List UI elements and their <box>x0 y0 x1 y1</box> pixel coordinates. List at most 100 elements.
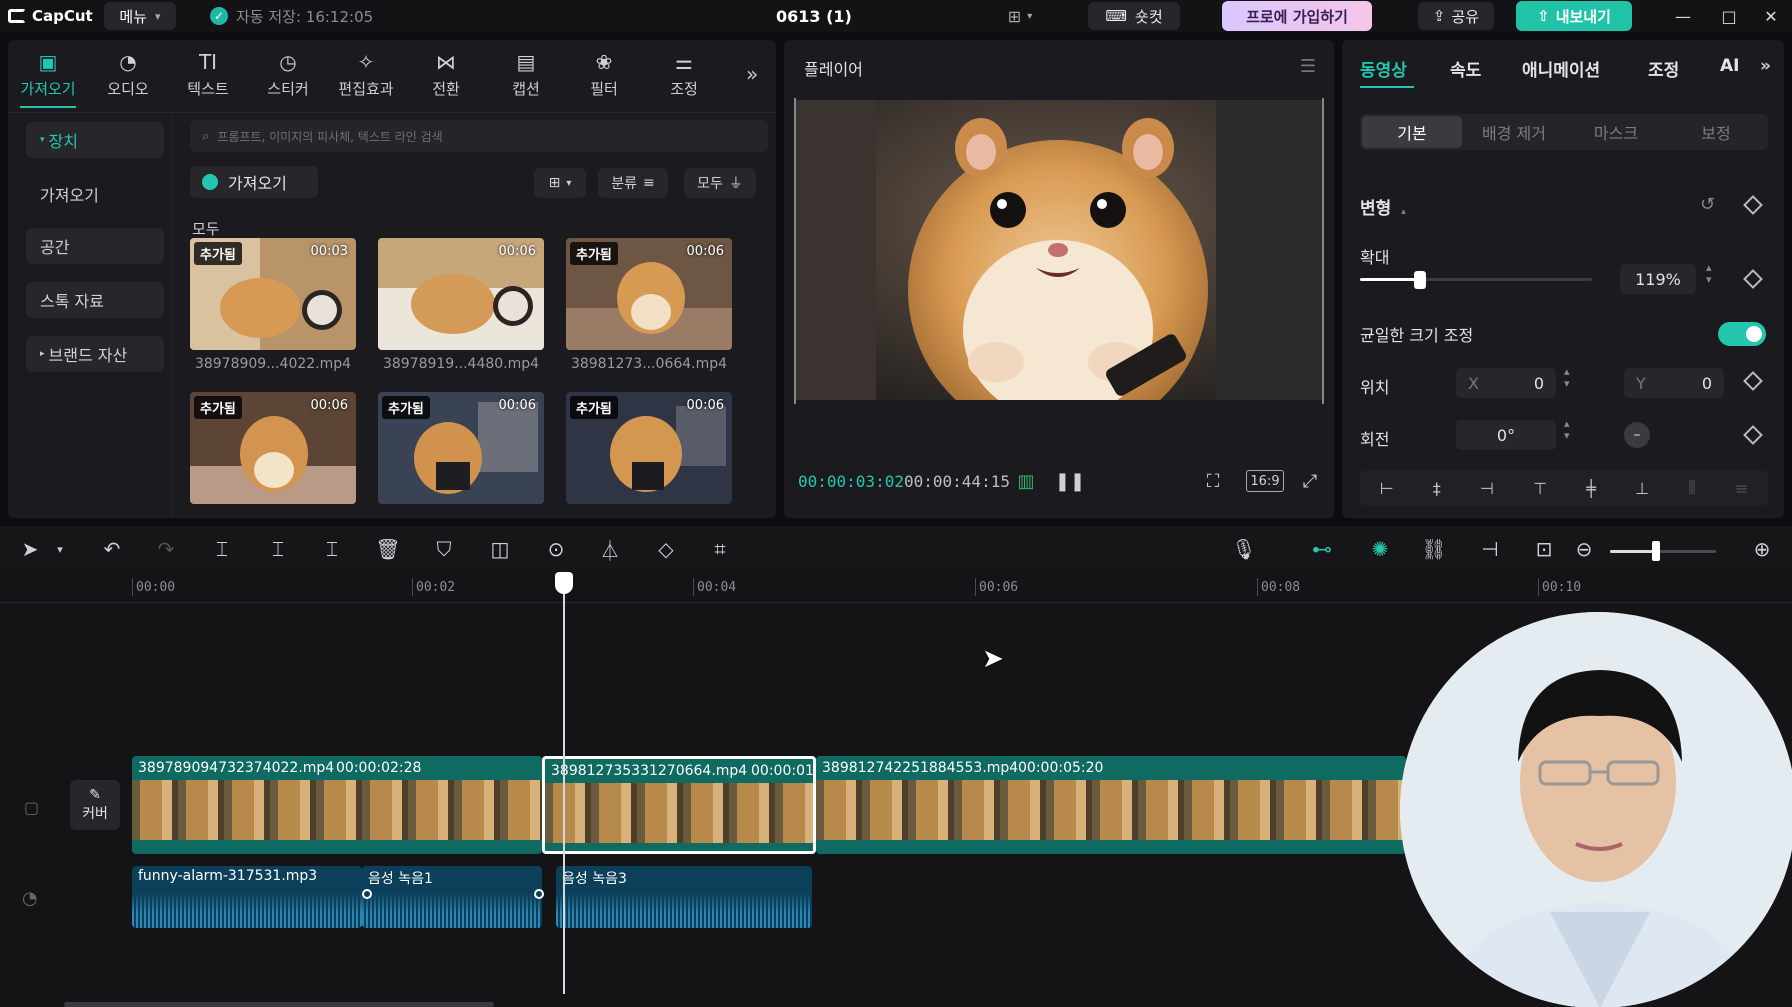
freeze-icon[interactable]: ◫ <box>484 534 516 564</box>
sidebar-item-stock[interactable]: 스톡 자료 <box>26 282 164 318</box>
sidebar-item-brand[interactable]: ▸ 브랜드 자산 <box>26 336 164 372</box>
maximize-icon[interactable]: □ <box>1714 4 1744 28</box>
pause-icon[interactable]: ❚❚ <box>1055 466 1085 496</box>
tab-text[interactable]: TI 텍스트 <box>172 46 244 104</box>
fade-handle[interactable] <box>534 889 544 899</box>
audio-clip[interactable]: 음성 녹음1 <box>362 866 542 928</box>
delete-icon[interactable]: 🗑 <box>372 534 404 564</box>
keyframe-icon[interactable] <box>1743 269 1763 289</box>
rotate-icon[interactable]: ◇ <box>650 534 682 564</box>
tab-sticker[interactable]: ◷ 스티커 <box>252 46 324 104</box>
import-button[interactable]: 가져오기 <box>190 166 318 198</box>
split-left-icon[interactable]: ⌶ <box>262 534 294 564</box>
keyframe-icon[interactable] <box>1743 425 1763 445</box>
menu-button[interactable]: 메뉴 ▾ <box>104 2 176 30</box>
crop-icon[interactable]: ⌗ <box>704 534 736 564</box>
close-icon[interactable]: ✕ <box>1756 4 1786 28</box>
audio-clip[interactable]: 음성 녹음3 <box>556 866 812 928</box>
stepper-icon[interactable]: ▴ ▾ <box>1564 418 1570 442</box>
tab-filter[interactable]: ❀ 필터 <box>568 46 640 104</box>
video-clip[interactable]: 389789094732374022.mp4 00:00:02:28 <box>132 756 542 854</box>
distribute-v-icon[interactable]: ≡ <box>1735 479 1748 498</box>
link-icon[interactable]: ⛓ <box>1418 534 1450 564</box>
position-x-input[interactable]: X 0 <box>1456 368 1556 398</box>
tab-effects[interactable]: ✧ 편집효과 <box>330 46 402 104</box>
video-preview[interactable] <box>796 100 1322 400</box>
sort-button[interactable]: 분류 ≡ <box>598 168 668 198</box>
rotate-dial-icon[interactable]: – <box>1624 422 1650 448</box>
export-button[interactable]: ⇧ 내보내기 <box>1516 1 1632 31</box>
chevron-down-icon[interactable]: ▾ <box>44 534 76 564</box>
uniform-scale-toggle[interactable] <box>1718 322 1766 346</box>
tab-caption[interactable]: ▤ 캡션 <box>490 46 562 104</box>
marker-icon[interactable]: ⛉ <box>428 534 460 564</box>
minimize-icon[interactable]: — <box>1668 4 1698 28</box>
timeline-scrollbar[interactable] <box>64 1002 494 1007</box>
shortcut-button[interactable]: ⌨ 숏컷 <box>1088 2 1180 30</box>
keyframe-icon[interactable] <box>1743 371 1763 391</box>
media-item[interactable]: 추가됨 00:06 <box>378 392 544 504</box>
select-tool-icon[interactable]: ➤ <box>14 534 46 564</box>
fit-screen-icon[interactable]: ⛶ <box>1198 466 1228 496</box>
share-button[interactable]: ⇪ 공유 <box>1418 2 1494 30</box>
align-center-v-icon[interactable]: ╪ <box>1586 479 1596 498</box>
zoom-in-icon[interactable]: ⊕ <box>1746 534 1778 564</box>
align-center-h-icon[interactable]: ‡ <box>1433 479 1441 498</box>
distribute-h-icon[interactable]: ⫼ <box>1688 478 1695 498</box>
filter-button[interactable]: 모두 ⏚ <box>684 168 756 198</box>
scale-slider-handle[interactable] <box>1414 271 1426 289</box>
undo-icon[interactable]: ↶ <box>96 534 128 564</box>
tab-adjustment[interactable]: 조정 <box>1648 56 1679 81</box>
media-item[interactable]: 추가됨 00:06 <box>190 392 356 504</box>
more-tabs-icon[interactable]: » <box>1760 56 1771 76</box>
layout-button[interactable]: ⊞ ▾ <box>992 2 1048 30</box>
stepper-icon[interactable]: ▴ ▾ <box>1564 366 1570 390</box>
subtab-mask[interactable]: 마스크 <box>1566 116 1666 148</box>
split-right-icon[interactable]: ⌶ <box>316 534 348 564</box>
media-item[interactable]: 00:06 38978919...4480.mp4 <box>378 238 544 372</box>
align-clips-icon[interactable]: ⊣ <box>1474 534 1506 564</box>
redo-icon[interactable]: ↷ <box>150 534 182 564</box>
playhead[interactable] <box>563 574 565 994</box>
zoom-slider-handle[interactable] <box>1652 541 1660 561</box>
preview-axis-icon[interactable]: ⊡ <box>1528 534 1560 564</box>
tab-video[interactable]: 동영상 <box>1360 56 1407 81</box>
view-mode-button[interactable]: ⊞ ▾ <box>534 168 586 198</box>
tab-import[interactable]: ▣ 가져오기 <box>12 46 84 108</box>
microphone-icon[interactable]: 🎙 <box>1228 534 1260 564</box>
subtab-correction[interactable]: 보정 <box>1666 116 1766 148</box>
subtab-basic[interactable]: 기본 <box>1362 116 1462 148</box>
more-tabs-icon[interactable]: » <box>746 62 758 86</box>
sidebar-item-device[interactable]: ▾ 장치 <box>26 122 164 158</box>
media-item[interactable]: 추가됨 00:06 <box>566 392 732 504</box>
project-title[interactable]: 0613 (1) <box>776 4 852 28</box>
fullscreen-icon[interactable]: ⤢ <box>1296 466 1324 496</box>
mirror-icon[interactable]: ⏃ <box>594 534 626 564</box>
media-search-input[interactable]: ⌕ 프롬프트, 이미지의 피사체, 텍스트 라인 검색 <box>190 120 768 152</box>
split-icon[interactable]: ⌶ <box>206 534 238 564</box>
tab-audio[interactable]: ◔ 오디오 <box>92 46 164 104</box>
video-clip[interactable]: 389812742251884553.mp4 00:00:05:20 <box>816 756 1406 854</box>
cover-button[interactable]: ✎ 커버 <box>70 780 120 830</box>
zoom-out-icon[interactable]: ⊖ <box>1568 534 1600 564</box>
media-item[interactable]: 추가됨 00:03 38978909...4022.mp4 <box>190 238 356 372</box>
tab-ai[interactable]: AI <box>1720 56 1739 76</box>
reset-icon[interactable]: ↺ <box>1700 194 1715 215</box>
hamburger-icon[interactable]: ☰ <box>1300 56 1316 77</box>
align-right-icon[interactable]: ⊣ <box>1480 479 1494 498</box>
align-left-icon[interactable]: ⊢ <box>1380 479 1394 498</box>
tab-speed[interactable]: 속도 <box>1450 56 1481 81</box>
playhead-handle[interactable] <box>555 572 573 594</box>
auto-snap-icon[interactable]: ✺ <box>1364 534 1396 564</box>
magnet-snap-icon[interactable]: ⊷ <box>1306 534 1338 564</box>
rotate-input[interactable]: 0° <box>1456 420 1556 450</box>
align-top-icon[interactable]: ⊤ <box>1533 479 1547 498</box>
media-item[interactable]: 추가됨 00:06 38981273...0664.mp4 <box>566 238 732 372</box>
tab-transition[interactable]: ⋈ 전환 <box>410 46 482 104</box>
keyframe-icon[interactable] <box>1743 195 1763 215</box>
fade-handle[interactable] <box>362 889 372 899</box>
sidebar-item-space[interactable]: 공간 <box>26 228 164 264</box>
video-clip-selected[interactable]: 389812735331270664.mp4 00:00:01 <box>542 756 816 854</box>
audio-clip[interactable]: funny-alarm-317531.mp3 <box>132 866 362 928</box>
aspect-ratio-button[interactable]: 16:9 <box>1246 470 1284 492</box>
